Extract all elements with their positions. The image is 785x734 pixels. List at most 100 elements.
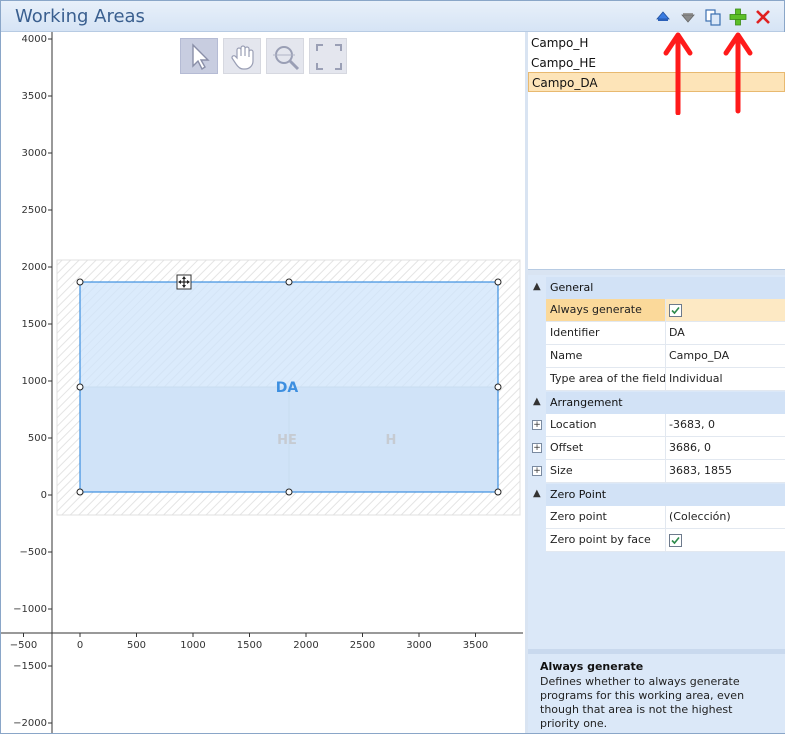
prop-row-zero-point[interactable]: Zero point (Colección) [528,506,785,529]
list-item-label: Campo_DA [532,76,598,90]
property-grid: ▲ General Always generate Identifier DA … [528,275,785,649]
row-gutter [528,529,546,552]
prop-row-zero-point-by-face[interactable]: Zero point by face [528,529,785,552]
checkmark-icon [671,306,680,315]
x-tick-label: 3500 [463,640,488,651]
move-handle-icon[interactable] [176,274,192,290]
prop-row-type-area[interactable]: Type area of the field... Individual [528,368,785,391]
prop-name: Zero point [546,506,666,529]
zoom-tool-button[interactable] [266,38,304,74]
prop-row-always-generate[interactable]: Always generate [528,299,785,322]
expand-plus-icon[interactable]: + [532,466,542,476]
fit-view-icon [316,44,342,70]
y-axis-ticks: 4000 3500 3000 2500 2000 1500 1000 500 0 −500 −100… [13,34,52,729]
resize-handle[interactable] [285,488,293,496]
category-label: General [550,281,594,294]
hand-icon [231,45,254,70]
row-gutter [528,368,546,391]
working-areas-window: Working Areas 4000 3500 3000 2500 2000 1… [0,0,785,734]
resize-handle[interactable] [494,383,502,391]
y-tick-label: −1500 [13,661,47,672]
y-tick-label: 1000 [22,376,47,387]
description-text: Defines whether to always generate progr… [540,675,745,730]
prop-row-offset[interactable]: + Offset 3686, 0 [528,437,785,460]
row-gutter [528,322,546,345]
zero-point-by-face-checkbox[interactable] [669,534,682,547]
category-label: Zero Point [550,488,607,501]
annotation-arrow-icon [663,32,693,115]
category-zero-point[interactable]: ▲ Zero Point [528,484,785,506]
row-gutter [528,506,546,529]
pointer-icon [192,43,210,71]
canvas-svg: 4000 3500 3000 2500 2000 1500 1000 500 0 −500 −100… [1,32,523,733]
row-gutter: + [528,460,546,483]
x-axis-ticks: −500 0 500 1000 1500 2000 2500 3000 3500 [10,633,488,651]
collapse-chevron-icon[interactable]: ▲ [533,281,541,292]
location-value[interactable]: -3683, 0 [666,414,785,437]
area-label-da: DA [276,380,299,396]
prop-name: Offset [546,437,666,460]
checkmark-icon [671,536,680,545]
x-tick-label: 500 [127,640,146,651]
size-value[interactable]: 3683, 1855 [666,460,785,483]
y-tick-label: 2000 [22,262,47,273]
area-label-h: H [386,433,397,448]
x-tick-label: 2000 [293,640,318,651]
offset-value[interactable]: 3686, 0 [666,437,785,460]
list-item-label: Campo_H [531,36,589,50]
expand-plus-icon[interactable]: + [532,420,542,430]
row-gutter: + [528,437,546,460]
row-gutter [528,345,546,368]
resize-handle[interactable] [76,278,84,286]
y-tick-label: 3500 [22,91,47,102]
row-gutter [528,299,546,322]
y-tick-label: 3000 [22,148,47,159]
type-area-value[interactable]: Individual [666,368,785,391]
name-value[interactable]: Campo_DA [666,345,785,368]
category-general[interactable]: ▲ General [528,277,785,299]
resize-handle[interactable] [494,278,502,286]
category-arrangement[interactable]: ▲ Arrangement [528,392,785,414]
resize-handle[interactable] [76,488,84,496]
y-tick-label: −2000 [13,718,47,729]
identifier-value[interactable]: DA [666,322,785,345]
prop-name: Size [546,460,666,483]
area-label-he: HE [277,433,297,448]
prop-row-size[interactable]: + Size 3683, 1855 [528,460,785,483]
prop-value[interactable] [666,529,785,552]
x-tick-label: −500 [10,640,37,651]
window-title: Working Areas [15,6,145,27]
resize-handle[interactable] [76,383,84,391]
resize-handle[interactable] [494,488,502,496]
prop-name: Name [546,345,666,368]
resize-handle[interactable] [285,278,293,286]
annotation-arrow-icon [723,32,753,114]
y-tick-label: 1500 [22,319,47,330]
y-tick-label: −500 [20,547,47,558]
magnifier-icon [273,46,300,71]
prop-name: Identifier [546,322,666,345]
y-tick-label: 500 [28,433,47,444]
fit-view-button[interactable] [309,38,347,74]
y-tick-label: −1000 [13,604,47,615]
category-label: Arrangement [550,396,623,409]
y-tick-label: 2500 [22,205,47,216]
row-gutter: + [528,414,546,437]
prop-name: Location [546,414,666,437]
prop-row-identifier[interactable]: Identifier DA [528,322,785,345]
y-tick-label: 4000 [22,34,47,45]
prop-row-name[interactable]: Name Campo_DA [528,345,785,368]
collapse-chevron-icon[interactable]: ▲ [533,396,541,407]
zero-point-value[interactable]: (Colección) [666,506,785,529]
x-tick-label: 3000 [406,640,431,651]
select-tool-button[interactable] [180,38,218,74]
expand-plus-icon[interactable]: + [532,443,542,453]
prop-value[interactable] [666,299,785,322]
pan-tool-button[interactable] [223,38,261,74]
list-item-label: Campo_HE [531,56,596,70]
prop-row-location[interactable]: + Location -3683, 0 [528,414,785,437]
collapse-chevron-icon[interactable]: ▲ [533,488,541,499]
drawing-canvas[interactable]: 4000 3500 3000 2500 2000 1500 1000 500 0 −500 −100… [1,32,525,733]
always-generate-checkbox[interactable] [669,304,682,317]
x-tick-label: 0 [77,640,83,651]
